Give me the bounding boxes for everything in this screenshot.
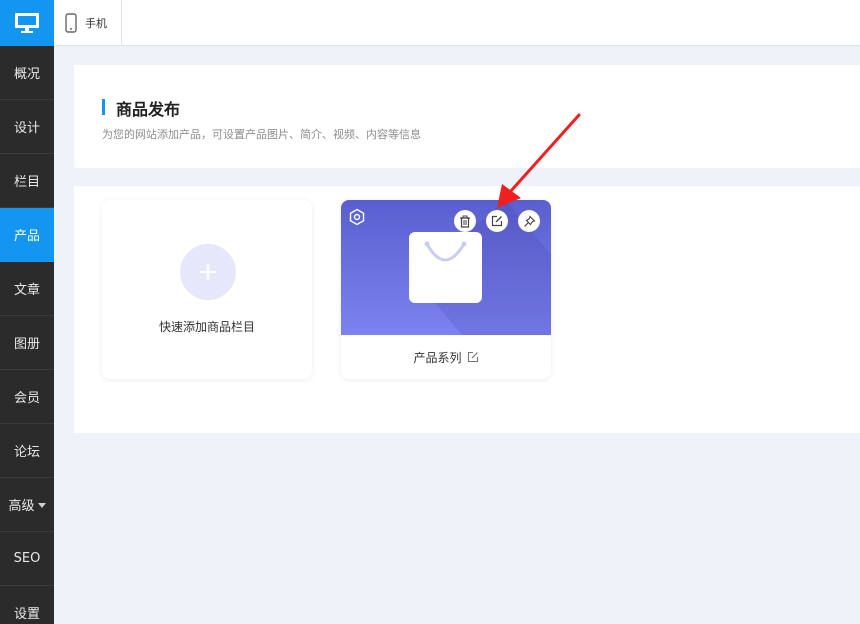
caret-down-icon	[37, 503, 46, 508]
add-category-label: 快速添加商品栏目	[158, 320, 255, 334]
pin-button[interactable]	[518, 210, 540, 232]
product-footer: 产品系列	[341, 335, 551, 379]
mobile-phone-icon	[65, 13, 77, 33]
sidebar-item-seo[interactable]: SEO	[0, 532, 54, 586]
shopping-bag-illustration	[409, 232, 482, 303]
sidebar-item-label: 设置	[13, 607, 40, 622]
sidebar-item-forum[interactable]: 论坛	[0, 424, 54, 478]
edit-icon	[467, 351, 478, 363]
bag-smile-icon	[424, 241, 467, 262]
sidebar: 概况 设计 栏目 产品 文章 图册 会员 论坛 高级 SEO 设置	[0, 0, 54, 624]
sidebar-item-label: 文章	[13, 283, 40, 298]
title-accent-bar	[102, 99, 105, 115]
product-series-card[interactable]: 产品系列	[341, 200, 551, 379]
top-bar: 手机	[54, 0, 860, 46]
sidebar-item-label: 图册	[13, 337, 40, 352]
sidebar-item-label: 论坛	[13, 445, 40, 460]
sidebar-item-members[interactable]: 会员	[0, 370, 54, 424]
page-header: 商品发布 为您的网站添加产品，可设置产品图片、简介、视频、内容等信息	[74, 65, 860, 168]
sidebar-item-label: 高级	[8, 499, 35, 514]
sidebar-item-advanced[interactable]: 高级	[0, 478, 54, 532]
sidebar-item-articles[interactable]: 文章	[0, 262, 54, 316]
sidebar-item-label: SEO	[13, 551, 41, 566]
sidebar-item-overview[interactable]: 概况	[0, 46, 54, 100]
pin-icon	[523, 214, 536, 227]
product-banner	[341, 200, 551, 335]
sidebar-item-design[interactable]: 设计	[0, 100, 54, 154]
sidebar-item-label: 产品	[13, 229, 40, 244]
trash-icon	[460, 215, 470, 228]
sidebar-item-products[interactable]: 产品	[0, 208, 54, 262]
sidebar-item-label: 会员	[13, 391, 40, 406]
page-title: 商品发布	[116, 100, 181, 119]
sidebar-item-settings[interactable]: 设置	[0, 586, 54, 624]
desktop-view-button[interactable]	[0, 0, 54, 46]
plus-icon	[200, 264, 216, 280]
add-category-card[interactable]: 快速添加商品栏目	[102, 200, 312, 379]
mobile-view-tab[interactable]: 手机	[54, 0, 122, 46]
delete-button[interactable]	[454, 210, 476, 232]
sidebar-item-label: 设计	[13, 121, 40, 136]
mobile-tab-label: 手机	[85, 17, 107, 30]
page-subtitle: 为您的网站添加产品，可设置产品图片、简介、视频、内容等信息	[102, 128, 421, 141]
sidebar-item-albums[interactable]: 图册	[0, 316, 54, 370]
product-name: 产品系列	[413, 350, 462, 365]
edit-icon	[491, 215, 503, 227]
settings-icon[interactable]	[348, 208, 366, 226]
sidebar-item-columns[interactable]: 栏目	[0, 154, 54, 208]
desktop-icon	[15, 13, 39, 33]
sidebar-item-label: 栏目	[13, 175, 40, 190]
add-button[interactable]	[180, 244, 236, 300]
sidebar-item-label: 概况	[13, 67, 40, 82]
rename-button[interactable]	[467, 351, 479, 363]
edit-button[interactable]	[486, 210, 508, 232]
